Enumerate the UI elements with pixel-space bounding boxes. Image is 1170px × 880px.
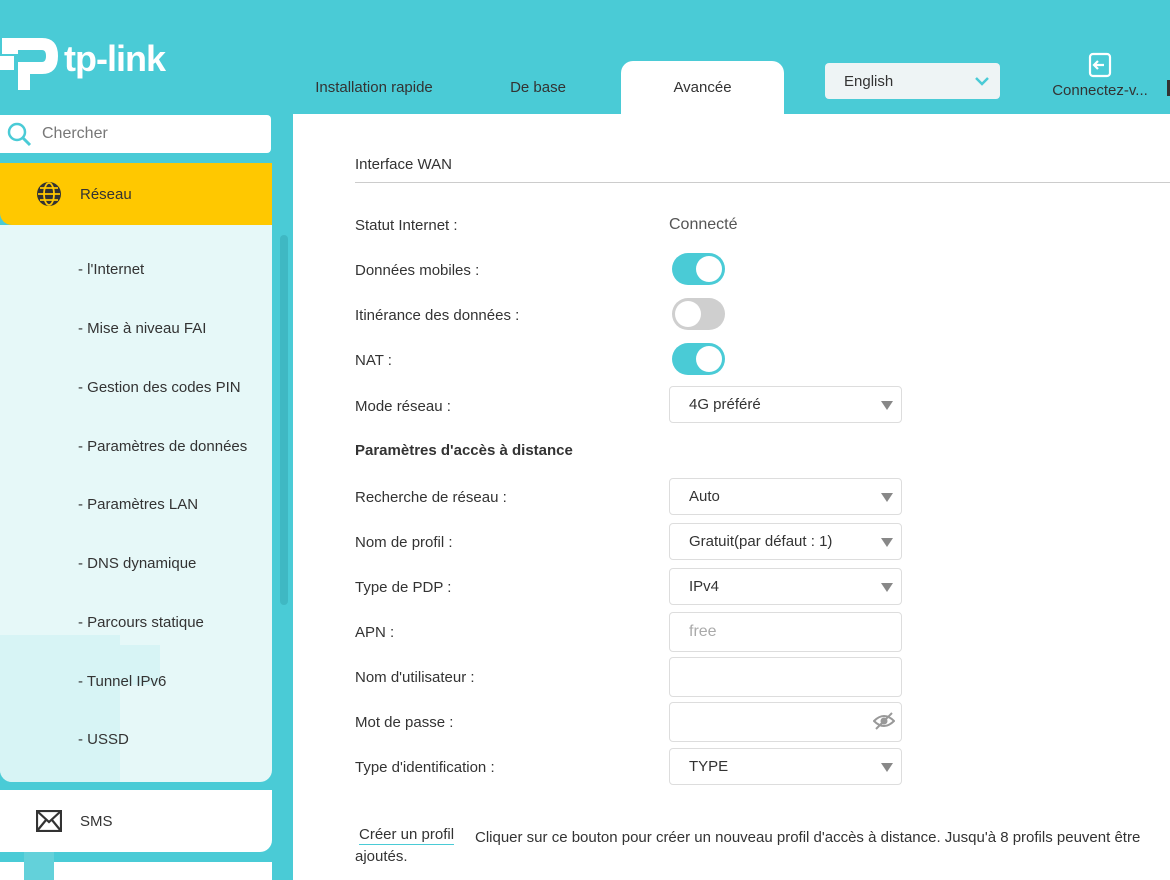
network-search-label: Recherche de réseau :: [355, 489, 507, 506]
sidebar-item-sms[interactable]: SMS: [0, 790, 272, 852]
profile-name-value: Gratuit(par défaut : 1): [689, 533, 833, 550]
toggle-knob: [696, 346, 722, 372]
search-input[interactable]: [42, 125, 252, 143]
pdp-type-select[interactable]: IPv4: [669, 568, 902, 605]
submenu-item-parametres-lan[interactable]: - Paramètres LAN: [78, 496, 198, 513]
apn-input[interactable]: [669, 612, 902, 652]
toggle-knob: [675, 301, 701, 327]
submenu-item-mise-a-niveau-fai[interactable]: - Mise à niveau FAI: [78, 320, 206, 337]
login-button[interactable]: Connectez-v...: [1040, 52, 1160, 102]
caret-down-icon: [881, 763, 893, 772]
submenu-item-parametres-donnees[interactable]: - Paramètres de données: [78, 438, 247, 455]
password-label: Mot de passe :: [355, 714, 454, 731]
login-label: Connectez-v...: [1052, 82, 1148, 99]
pdp-type-value: IPv4: [689, 578, 720, 595]
network-search-select[interactable]: Auto: [669, 478, 902, 515]
submenu-item-tunnel-ipv6[interactable]: - Tunnel IPv6: [78, 673, 166, 690]
auth-type-select[interactable]: TYPE: [669, 748, 902, 785]
password-input[interactable]: [669, 702, 902, 742]
brand-name: tp-link: [64, 38, 166, 79]
auth-type-label: Type d'identification :: [355, 759, 495, 776]
pdp-type-label: Type de PDP :: [355, 579, 452, 596]
profile-name-label: Nom de profil :: [355, 534, 453, 551]
section-title: Interface WAN: [355, 156, 452, 173]
network-search-value: Auto: [689, 488, 720, 505]
language-selected: English: [844, 72, 894, 90]
internet-status-label: Statut Internet :: [355, 217, 458, 234]
profile-name-select[interactable]: Gratuit(par défaut : 1): [669, 523, 902, 560]
submenu-item-gestion-codes-pin[interactable]: - Gestion des codes PIN: [78, 379, 241, 396]
sidebar-item-reseau[interactable]: Réseau: [0, 163, 272, 225]
submenu: - l'Internet - Mise à niveau FAI - Gesti…: [0, 225, 272, 782]
search-box[interactable]: [0, 115, 271, 153]
search-icon: [7, 122, 32, 147]
toggle-knob: [696, 256, 722, 282]
network-mode-label: Mode réseau :: [355, 398, 451, 415]
submenu-item-dns-dynamique[interactable]: - DNS dynamique: [78, 555, 196, 572]
caret-down-icon: [881, 583, 893, 592]
tab-avancee[interactable]: Avancée: [621, 61, 784, 114]
roaming-label: Itinérance des données :: [355, 307, 520, 324]
submenu-item-ussd[interactable]: - USSD: [78, 731, 129, 748]
caret-down-icon: [881, 538, 893, 547]
decorative-shape: [0, 635, 120, 782]
apn-label: APN :: [355, 624, 395, 641]
submenu-item-internet[interactable]: - l'Internet: [78, 261, 144, 278]
main-panel: Interface WAN Statut Internet : Connecté…: [293, 114, 1170, 880]
caret-down-icon: [881, 493, 893, 502]
envelope-icon: [36, 810, 62, 832]
section-divider: [355, 182, 1170, 183]
nat-toggle[interactable]: [672, 343, 725, 375]
create-profile-description: Cliquer sur ce bouton pour créer un nouv…: [355, 829, 1141, 865]
nat-label: NAT :: [355, 352, 392, 369]
tab-de-base[interactable]: De base: [478, 61, 598, 114]
network-mode-select[interactable]: 4G préféré: [669, 386, 902, 423]
eye-slash-icon[interactable]: [873, 712, 895, 730]
mobile-data-label: Données mobiles :: [355, 262, 480, 279]
globe-icon: [37, 182, 61, 206]
tab-installation-rapide[interactable]: Installation rapide: [300, 61, 448, 114]
decorative-shape: [24, 852, 54, 880]
create-profile-link[interactable]: Créer un profil: [359, 826, 455, 845]
chevron-down-icon: [975, 77, 989, 86]
language-select[interactable]: English: [825, 63, 1000, 99]
remote-access-heading: Paramètres d'accès à distance: [355, 442, 573, 459]
submenu-item-parcours-statique[interactable]: - Parcours statique: [78, 614, 204, 631]
sidebar-item-label: SMS: [80, 812, 113, 830]
network-mode-value: 4G préféré: [689, 396, 761, 413]
username-input[interactable]: [669, 657, 902, 697]
sidebar-item-label: Réseau: [80, 185, 132, 203]
sidebar-scrollbar[interactable]: [280, 235, 288, 605]
roaming-toggle[interactable]: [672, 298, 725, 330]
login-icon: [1088, 52, 1112, 78]
internet-status-value: Connecté: [669, 216, 738, 233]
caret-down-icon: [881, 401, 893, 410]
auth-type-value: TYPE: [689, 758, 729, 775]
mobile-data-toggle[interactable]: [672, 253, 725, 285]
username-label: Nom d'utilisateur :: [355, 669, 475, 686]
